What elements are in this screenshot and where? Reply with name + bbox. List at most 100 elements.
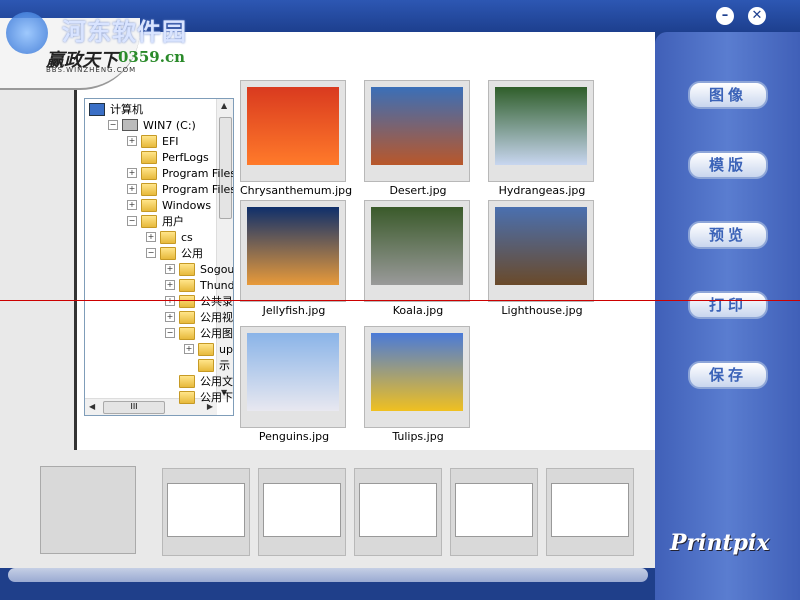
tree-item[interactable]: + cs <box>146 229 193 245</box>
tree-item[interactable]: − 公用 <box>146 245 203 261</box>
tree-item[interactable]: + Sogoul <box>165 261 234 277</box>
logo-area: 河东软件园 赢政天下 BBS.WINZHENG.COM 0359.cn <box>0 0 200 90</box>
collapse-icon[interactable]: − <box>165 328 175 338</box>
tree-item-label: Sogoul <box>200 262 234 276</box>
image-thumbnail[interactable]: Chrysanthemum.jpg <box>240 80 353 198</box>
tree-item-label: PerfLogs <box>162 150 209 164</box>
tree-item[interactable]: + Program Files (x <box>127 181 234 197</box>
tree-item[interactable]: 示 <box>184 357 230 373</box>
tree-item-label: Program Files <box>162 166 234 180</box>
thumbnail-image <box>371 207 463 285</box>
photo-slot[interactable] <box>354 468 442 556</box>
folder-icon <box>141 198 157 212</box>
tree-item[interactable]: + 公共录 <box>165 293 233 309</box>
thumbnail-label: Tulips.jpg <box>392 430 444 443</box>
tree-item[interactable]: 公用下 <box>165 389 233 405</box>
minimize-button[interactable]: – <box>716 7 734 25</box>
save-button[interactable]: 保存 <box>688 361 768 389</box>
tree-item[interactable]: + Thunde <box>165 277 234 293</box>
expand-icon[interactable]: + <box>165 264 175 274</box>
collapse-icon[interactable]: − <box>146 248 156 258</box>
folder-icon <box>141 214 157 228</box>
scroll-up-icon[interactable]: ▲ <box>221 101 227 110</box>
tree-item-label: 计算机 <box>110 103 143 116</box>
expand-icon[interactable]: + <box>127 136 137 146</box>
tree-item[interactable]: + Windows <box>127 197 211 213</box>
expand-icon[interactable]: + <box>165 312 175 322</box>
image-thumbnail[interactable]: Desert.jpg <box>364 80 472 198</box>
watermark-logo-icon <box>6 12 48 54</box>
template-button[interactable]: 模版 <box>688 151 768 179</box>
photo-slot[interactable] <box>162 468 250 556</box>
expand-icon[interactable]: + <box>146 232 156 242</box>
folder-icon <box>141 182 157 196</box>
tree-item-label: upl <box>219 342 233 356</box>
photo-slot[interactable] <box>258 468 346 556</box>
tree-item[interactable]: − WIN7 (C:) <box>108 117 196 133</box>
print-button[interactable]: 打印 <box>688 291 768 319</box>
collapse-icon[interactable]: − <box>127 216 137 226</box>
tree-item[interactable]: 公用文 <box>165 373 233 389</box>
expand-icon[interactable]: + <box>127 168 137 178</box>
tree-item[interactable]: PerfLogs <box>127 149 209 165</box>
thumbnail-frame <box>364 200 470 302</box>
tree-item[interactable]: 计算机 <box>89 101 143 117</box>
tree-item[interactable]: + 公用视 <box>165 309 233 325</box>
thumbnail-frame <box>240 80 346 182</box>
expand-icon[interactable]: + <box>165 296 175 306</box>
photo-slot[interactable] <box>546 468 634 556</box>
thumbnail-label: Chrysanthemum.jpg <box>240 184 353 197</box>
photo-slot-placeholder <box>455 483 533 537</box>
tree-item[interactable]: − 用户 <box>127 213 184 229</box>
tree-item-label: 公用视 <box>200 311 233 324</box>
photo-slot[interactable] <box>450 468 538 556</box>
brand-logo: Printpix <box>670 530 770 556</box>
scroll-left-icon[interactable]: ◀ <box>89 402 95 411</box>
image-thumbnail[interactable]: Hydrangeas.jpg <box>488 80 596 198</box>
tree-item[interactable]: + upl <box>184 341 233 357</box>
image-thumbnail[interactable]: Penguins.jpg <box>240 326 348 444</box>
thumbnail-image <box>247 333 339 411</box>
photo-slot-placeholder <box>359 483 437 537</box>
expand-icon[interactable]: + <box>184 344 194 354</box>
preview-button[interactable]: 预览 <box>688 221 768 249</box>
thumbnail-frame <box>364 326 470 428</box>
folder-icon <box>179 326 195 340</box>
tree-horizontal-scroll-thumb[interactable]: III <box>103 401 165 414</box>
logo-subtext: BBS.WINZHENG.COM <box>46 66 137 74</box>
preview-box[interactable] <box>40 466 136 554</box>
photo-slot-placeholder <box>167 483 245 537</box>
folder-icon <box>198 358 214 372</box>
expand-icon[interactable]: + <box>127 200 137 210</box>
image-button[interactable]: 图像 <box>688 81 768 109</box>
folder-icon <box>179 374 195 388</box>
thumbnail-frame <box>240 326 346 428</box>
thumbnail-label: Koala.jpg <box>392 304 444 317</box>
folder-icon <box>160 230 176 244</box>
thumbnail-label: Penguins.jpg <box>258 430 330 443</box>
tree-item[interactable]: + EFI <box>127 133 179 149</box>
expand-icon[interactable]: + <box>165 280 175 290</box>
folder-icon <box>141 134 157 148</box>
collapse-icon[interactable]: − <box>108 120 118 130</box>
bottom-scroll-track[interactable] <box>8 568 648 582</box>
drive-icon <box>122 119 138 131</box>
left-gutter <box>0 32 76 452</box>
tree-item[interactable]: − 公用图 <box>165 325 233 341</box>
tree-item-label: Program Files (x <box>162 182 234 196</box>
tree-item-label: 用户 <box>162 215 184 228</box>
folder-icon <box>141 166 157 180</box>
image-thumbnail[interactable]: Tulips.jpg <box>364 326 472 444</box>
tree-item-label: 公用图 <box>200 327 233 340</box>
folder-tree[interactable]: ▲ ▼ ◀ III ▶ 计算机 − WIN7 (C:) + EFI PerfLogs + Pr… <box>84 98 234 416</box>
tree-item[interactable]: + Program Files <box>127 165 234 181</box>
tree-item-label: Thunde <box>200 278 234 292</box>
folder-icon <box>198 342 214 356</box>
watermark-text: 河东软件园 <box>62 17 187 46</box>
photo-slot-placeholder <box>263 483 341 537</box>
expand-icon[interactable]: + <box>127 184 137 194</box>
close-button[interactable]: ✕ <box>748 7 766 25</box>
tree-item-label: 公共录 <box>200 295 233 308</box>
left-divider <box>74 88 77 452</box>
thumbnail-frame <box>364 80 470 182</box>
